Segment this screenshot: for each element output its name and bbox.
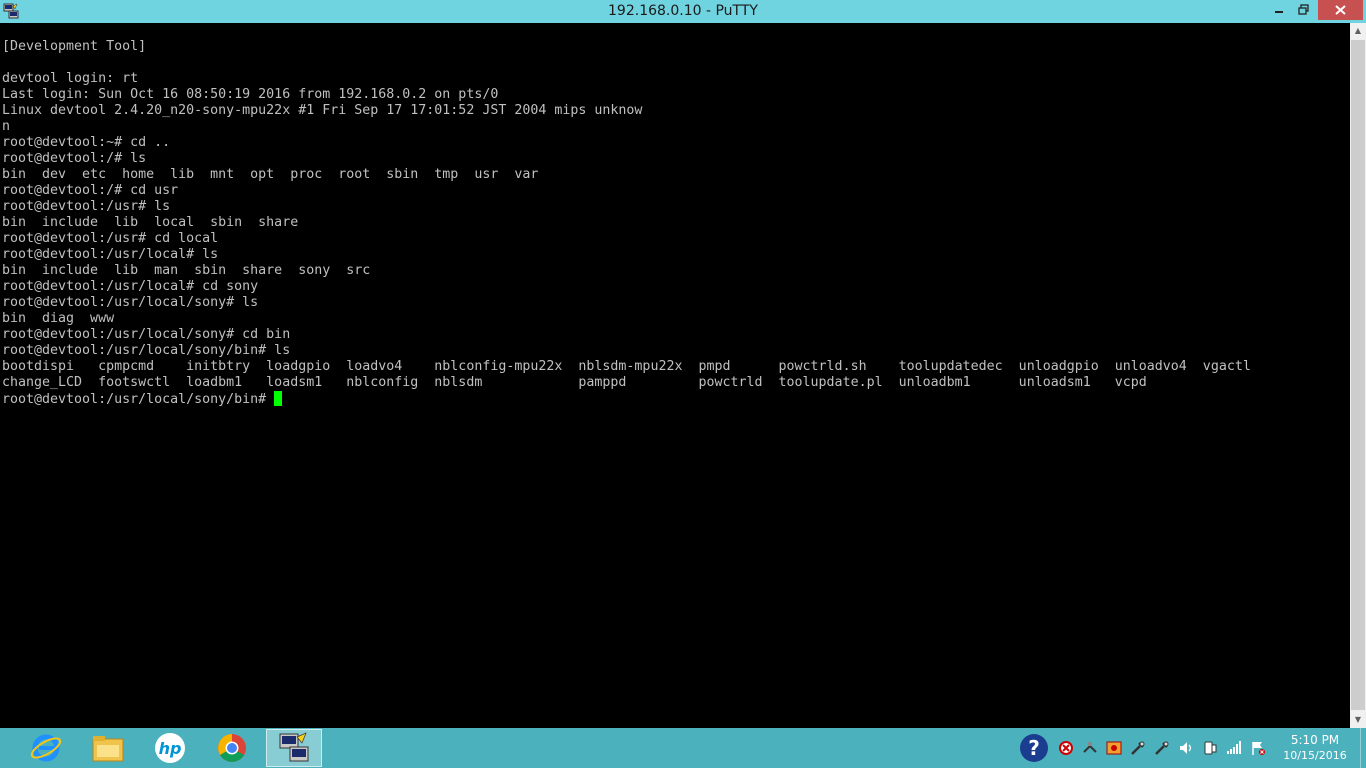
terminal-line: root@devtool:/usr/local/sony/bin# ls [2,343,291,358]
chrome-icon [218,734,246,762]
hp-icon: hp [155,733,185,763]
vertical-scrollbar[interactable]: ▲ ▼ [1350,23,1366,728]
taskbar-putty[interactable] [266,729,322,767]
minimize-icon [1275,11,1283,13]
signal-icon[interactable] [1226,740,1242,756]
clock-time: 5:10 PM [1290,733,1340,747]
terminal-line: n [2,119,11,134]
scroll-down-icon[interactable]: ▼ [1350,712,1366,728]
terminal-line: root@devtool:/usr/local# cd sony [2,279,259,294]
title-bar[interactable]: 192.168.0.10 - PuTTY [0,0,1366,23]
system-tray: ? [1018,728,1270,768]
terminal-line: bin include lib man sbin share sony src [2,263,371,278]
terminal-line: root@devtool:/usr# cd local [2,231,219,246]
terminal-line: root@devtool:~# cd .. [2,135,171,150]
terminal-line: root@devtool:/usr/local/sony# ls [2,295,259,310]
restore-button[interactable] [1291,0,1317,20]
putty-icon [279,732,309,762]
show-desktop-button[interactable] [1360,728,1366,768]
alert-icon[interactable] [1106,740,1122,756]
file-explorer-icon [92,736,124,762]
terminal-line: Linux devtool 2.4.20_n20-sony-mpu22x #1 … [2,103,643,118]
terminal-line: bin diag www [2,311,115,326]
security-alert-icon[interactable] [1058,740,1074,756]
taskbar: hp ? 5:10 PM 10/15/2016 [0,728,1366,768]
network-tools-icon[interactable] [1082,740,1098,756]
close-button[interactable] [1318,0,1363,20]
putty-window: 192.168.0.10 - PuTTY [Development Tool] d… [0,0,1366,728]
tool-icon-2[interactable] [1154,740,1170,756]
terminal-line: root@devtool:/usr# ls [2,199,171,214]
help-icon[interactable]: ? [1018,732,1050,764]
terminal-line: root@devtool:/# ls [2,151,147,166]
window-title: 192.168.0.10 - PuTTY [608,3,758,19]
scroll-thumb[interactable] [1351,40,1365,710]
clock-date: 10/15/2016 [1283,749,1347,762]
terminal-line: devtool login: rt [2,71,139,86]
svg-text:hp: hp [159,739,182,758]
taskbar-internet-explorer[interactable] [18,729,74,767]
terminal-prompt-line: root@devtool:/usr/local/sony/bin# [2,391,1251,407]
terminal-line: bin include lib local sbin share [2,215,299,230]
terminal-output[interactable]: [Development Tool] devtool login: rt Last … [0,23,1350,728]
terminal-line: root@devtool:/# cd usr [2,183,179,198]
terminal-line: [Development Tool] [2,39,147,54]
terminal-line: bin dev etc home lib mnt opt proc root s… [2,167,539,182]
terminal-line: change_LCD footswctl loadbm1 loadsm1 nbl… [2,375,1147,390]
close-icon [1335,5,1346,15]
terminal-line: root@devtool:/usr/local# ls [2,247,219,262]
terminal-line: Last login: Sun Oct 16 08:50:19 2016 fro… [2,87,499,102]
taskbar-file-explorer[interactable] [80,729,136,767]
svg-text:?: ? [1028,736,1040,760]
taskbar-clock[interactable]: 5:10 PM 10/15/2016 [1280,732,1350,764]
flag-icon[interactable] [1250,740,1266,756]
internet-explorer-icon [30,734,62,762]
taskbar-chrome[interactable] [204,729,260,767]
terminal-line: root@devtool:/usr/local/sony# cd bin [2,327,291,342]
terminal-cursor [274,391,283,406]
terminal-text: [Development Tool] devtool login: rt Last … [2,39,1251,407]
minimize-button[interactable] [1266,0,1292,20]
tool-icon[interactable] [1130,740,1146,756]
volume-icon[interactable] [1178,740,1194,756]
taskbar-hp[interactable]: hp [142,729,198,767]
terminal-prompt: root@devtool:/usr/local/sony/bin# [2,392,275,407]
phone-icon[interactable] [1202,740,1218,756]
terminal-line: bootdispi cpmpcmd initbtry loadgpio load… [2,359,1251,374]
scroll-up-icon[interactable]: ▲ [1350,23,1366,39]
restore-icon [1298,4,1309,15]
